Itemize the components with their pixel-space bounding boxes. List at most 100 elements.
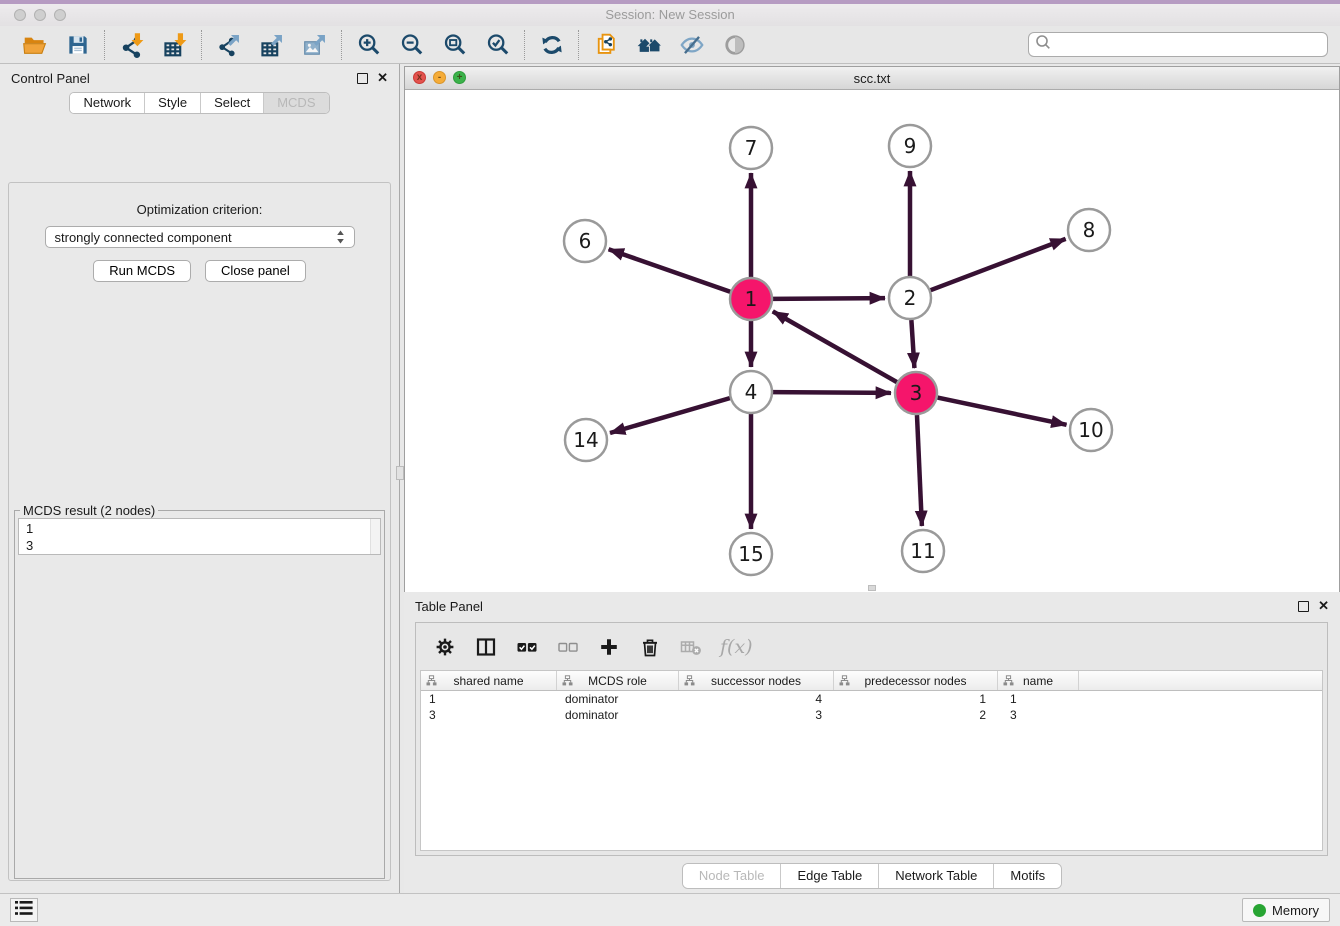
import-table-icon[interactable] <box>161 31 188 58</box>
column-header-MCDS-role[interactable]: MCDS role <box>557 671 679 690</box>
node-label: 4 <box>745 380 758 404</box>
column-tree-icon <box>562 675 573 689</box>
node-10[interactable]: 10 <box>1070 409 1112 451</box>
node-6[interactable]: 6 <box>564 220 606 262</box>
tab-select[interactable]: Select <box>201 93 264 113</box>
search-box[interactable] <box>1028 32 1328 57</box>
node-4[interactable]: 4 <box>730 371 772 413</box>
zoom-fit-icon[interactable] <box>441 31 468 58</box>
maximize-network-icon[interactable]: + <box>453 71 466 84</box>
export-network-icon[interactable] <box>215 31 242 58</box>
table-row[interactable]: 1dominator411 <box>421 691 1322 707</box>
select-all-icon[interactable] <box>515 635 539 659</box>
zoom-in-icon[interactable] <box>355 31 382 58</box>
cell-name[interactable]: 3 <box>998 708 1079 722</box>
edge-2-3[interactable] <box>911 320 914 368</box>
tab-node-table[interactable]: Node Table <box>683 864 782 888</box>
node-label: 10 <box>1078 418 1103 442</box>
settings-icon[interactable] <box>433 635 457 659</box>
edge-1-2[interactable] <box>773 298 885 299</box>
tab-motifs[interactable]: Motifs <box>994 864 1061 888</box>
node-8[interactable]: 8 <box>1068 209 1110 251</box>
zoom-selected-icon[interactable] <box>484 31 511 58</box>
hide-glyph-icon[interactable] <box>678 31 705 58</box>
table-row[interactable]: 3dominator323 <box>421 707 1322 723</box>
close-table-panel-icon[interactable]: ✕ <box>1318 601 1329 611</box>
node-15[interactable]: 15 <box>730 533 772 575</box>
optimization-criterion-dropdown[interactable]: strongly connected component <box>45 226 355 248</box>
edge-4-3[interactable] <box>773 392 891 393</box>
edge-2-8[interactable] <box>931 239 1066 290</box>
save-session-icon[interactable] <box>64 31 91 58</box>
tab-network[interactable]: Network <box>70 93 145 113</box>
column-header-successor-nodes[interactable]: successor nodes <box>679 671 834 690</box>
result-scrollbar[interactable] <box>370 519 380 554</box>
node-3[interactable]: 3 <box>895 372 937 414</box>
column-tree-icon <box>426 675 437 689</box>
network-docs-icon[interactable] <box>592 31 619 58</box>
close-panel-button[interactable]: Close panel <box>205 260 306 282</box>
edge-3-11[interactable] <box>917 415 922 526</box>
control-panel: Control Panel ✕ NetworkStyleSelectMCDS O… <box>0 64 400 893</box>
table-header-row: shared nameMCDS rolesuccessor nodesprede… <box>421 671 1322 691</box>
refresh-icon[interactable] <box>538 31 565 58</box>
node-11[interactable]: 11 <box>902 530 944 572</box>
cell-predecessor-nodes[interactable]: 2 <box>834 708 998 722</box>
tab-mcds[interactable]: MCDS <box>264 93 328 113</box>
close-network-icon[interactable]: x <box>413 71 426 84</box>
search-input[interactable] <box>1052 36 1322 53</box>
edge-4-14[interactable] <box>610 398 730 433</box>
node-2[interactable]: 2 <box>889 277 931 319</box>
node-label: 9 <box>904 134 917 158</box>
cell-shared-name[interactable]: 1 <box>421 692 557 706</box>
float-table-panel-icon[interactable] <box>1298 601 1309 612</box>
canvas-resize-handle[interactable] <box>868 585 876 591</box>
memory-label: Memory <box>1272 903 1319 918</box>
network-canvas[interactable]: 7 9 6 8 1 2 4 3 14 10 15 11 <box>405 90 1339 592</box>
cell-successor-nodes[interactable]: 3 <box>679 708 834 722</box>
panel-splitter-handle[interactable] <box>396 466 404 480</box>
tab-style[interactable]: Style <box>145 93 201 113</box>
taskbar-list-button[interactable] <box>10 898 38 922</box>
memory-button[interactable]: Memory <box>1242 898 1330 922</box>
tab-network-table[interactable]: Network Table <box>879 864 994 888</box>
cell-shared-name[interactable]: 3 <box>421 708 557 722</box>
network-window-controls[interactable]: x - + <box>413 71 466 84</box>
node-1[interactable]: 1 <box>730 278 772 320</box>
minimize-network-icon[interactable]: - <box>433 71 446 84</box>
search-icon <box>1034 33 1052 56</box>
mcds-result-line: 1 <box>26 520 380 537</box>
cell-successor-nodes[interactable]: 4 <box>679 692 834 706</box>
columns-icon[interactable] <box>474 635 498 659</box>
column-header-shared-name[interactable]: shared name <box>421 671 557 690</box>
home-icon[interactable] <box>635 31 662 58</box>
cell-MCDS-role[interactable]: dominator <box>557 708 679 722</box>
export-image-icon[interactable] <box>301 31 328 58</box>
node-7[interactable]: 7 <box>730 127 772 169</box>
edge-1-6[interactable] <box>609 249 731 291</box>
open-session-icon[interactable] <box>21 31 48 58</box>
add-icon[interactable] <box>597 635 621 659</box>
node-14[interactable]: 14 <box>565 419 607 461</box>
eye-icon[interactable] <box>721 31 748 58</box>
cell-name[interactable]: 1 <box>998 692 1079 706</box>
close-panel-icon[interactable]: ✕ <box>377 73 388 83</box>
export-table-icon[interactable] <box>258 31 285 58</box>
node-9[interactable]: 9 <box>889 125 931 167</box>
mcds-panel: Optimization criterion: strongly connect… <box>8 182 391 881</box>
import-network-icon[interactable] <box>118 31 145 58</box>
deselect-all-icon[interactable] <box>556 635 580 659</box>
node-label: 6 <box>579 229 592 253</box>
cell-MCDS-role[interactable]: dominator <box>557 692 679 706</box>
edge-3-10[interactable] <box>938 398 1067 425</box>
tab-edge-table[interactable]: Edge Table <box>781 864 879 888</box>
delete-icon[interactable] <box>638 635 662 659</box>
column-header-name[interactable]: name <box>998 671 1079 690</box>
mcds-result-textarea[interactable]: 13 <box>18 518 381 555</box>
run-mcds-button[interactable]: Run MCDS <box>93 260 191 282</box>
float-panel-icon[interactable] <box>357 73 368 84</box>
cell-predecessor-nodes[interactable]: 1 <box>834 692 998 706</box>
edge-3-1[interactable] <box>773 311 897 382</box>
column-header-predecessor-nodes[interactable]: predecessor nodes <box>834 671 998 690</box>
zoom-out-icon[interactable] <box>398 31 425 58</box>
